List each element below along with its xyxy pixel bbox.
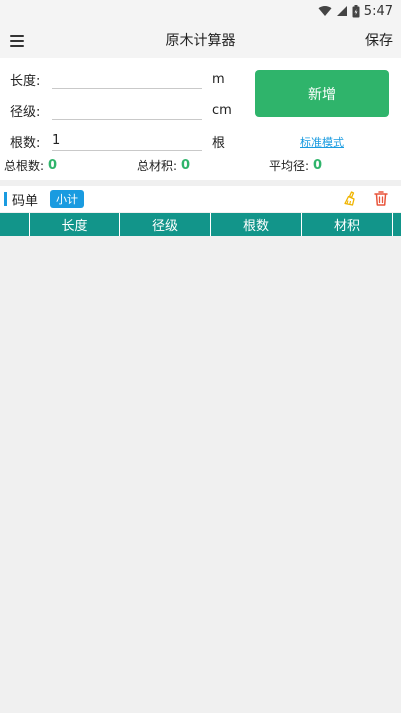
status-time: 5:47: [363, 3, 393, 19]
subtotal-button[interactable]: 小计: [50, 190, 85, 208]
avg-diameter-stat: 平均径: 0: [269, 157, 322, 174]
standard-mode-link[interactable]: 标准模式: [300, 134, 344, 150]
table-header: 长度 径级 根数 材积: [0, 213, 401, 236]
total-volume-value: 0: [181, 158, 191, 173]
list-title: 码单: [12, 193, 39, 209]
total-count-value: 0: [48, 158, 58, 173]
list-header: 码单 小计: [0, 186, 401, 212]
column-header-extra: [393, 213, 401, 236]
column-header-count: 根数: [211, 213, 302, 236]
stats-row: 总根数: 0 总材积: 0 平均径: 0: [4, 157, 399, 173]
total-volume-stat: 总材积: 0: [137, 157, 190, 174]
column-header-length: 长度: [30, 213, 120, 236]
total-count-label: 总根数:: [4, 159, 45, 173]
save-button[interactable]: 保存: [365, 30, 393, 50]
diameter-input[interactable]: [52, 100, 202, 120]
count-input[interactable]: [52, 131, 202, 151]
trash-icon[interactable]: [374, 191, 388, 206]
cellular-signal-icon: [336, 6, 347, 16]
length-unit: m: [212, 71, 225, 87]
count-row: 根数: 根: [10, 130, 225, 152]
clear-brush-icon[interactable]: [343, 191, 358, 206]
length-input[interactable]: [52, 69, 202, 89]
count-unit: 根: [212, 135, 226, 151]
length-label: 长度:: [10, 73, 41, 89]
column-header-index: [0, 213, 30, 236]
column-header-volume: 材积: [302, 213, 393, 236]
section-accent-bar: [4, 192, 7, 206]
wifi-icon: [318, 5, 332, 16]
total-count-stat: 总根数: 0: [4, 157, 57, 174]
diameter-label: 径级:: [10, 104, 41, 120]
add-button[interactable]: 新增: [255, 70, 389, 117]
total-volume-label: 总材积:: [137, 159, 178, 173]
input-form: 长度: m 径级: cm 根数: 根 新增 标准模式 总根数: 0 总材积: 0…: [0, 58, 401, 180]
app-bar: 原木计算器 保存: [0, 22, 401, 58]
length-row: 长度: m: [10, 68, 225, 90]
column-header-diameter: 径级: [120, 213, 211, 236]
avg-diameter-label: 平均径:: [269, 159, 310, 173]
table-body: [0, 236, 401, 713]
menu-icon[interactable]: [10, 35, 24, 47]
diameter-unit: cm: [212, 102, 232, 118]
avg-diameter-value: 0: [313, 158, 323, 173]
battery-icon: [352, 4, 360, 17]
status-bar: 5:47: [0, 0, 401, 22]
count-label: 根数:: [10, 135, 41, 151]
page-title: 原木计算器: [165, 33, 236, 49]
diameter-row: 径级: cm: [10, 99, 232, 121]
